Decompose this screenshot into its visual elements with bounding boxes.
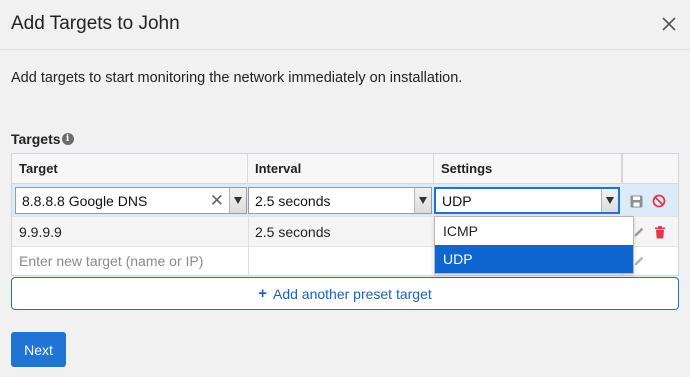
chevron-down-icon bbox=[234, 197, 242, 204]
chevron-down-icon bbox=[606, 197, 614, 204]
close-icon bbox=[662, 17, 676, 31]
column-header-interval[interactable]: Interval bbox=[248, 154, 434, 184]
column-header-settings[interactable]: Settings bbox=[434, 154, 622, 184]
interval-select[interactable]: 2.5 seconds bbox=[248, 187, 432, 214]
interval-select-value: 2.5 seconds bbox=[255, 192, 331, 209]
settings-dropdown-menu: ICMP UDP bbox=[434, 216, 634, 274]
dropdown-option-icmp[interactable]: ICMP bbox=[435, 217, 633, 245]
cell-interval: 2.5 seconds bbox=[255, 223, 331, 240]
targets-label-text: Targets bbox=[11, 131, 61, 147]
clear-icon[interactable]: ✕ bbox=[210, 190, 224, 212]
cell-target: 9.9.9.9 bbox=[19, 223, 62, 240]
trash-icon[interactable] bbox=[653, 225, 667, 239]
table-row-editing: 8.8.8.8 Google DNS ✕ 2.5 seconds UDP bbox=[12, 184, 678, 217]
settings-select-value: UDP bbox=[442, 192, 472, 209]
dialog-header: Add Targets to John bbox=[0, 0, 690, 50]
interval-dropdown-button[interactable] bbox=[414, 188, 431, 213]
close-button[interactable] bbox=[656, 11, 682, 37]
dialog-title: Add Targets to John bbox=[11, 13, 180, 34]
info-icon[interactable]: i bbox=[61, 133, 74, 145]
add-preset-label: Add another preset target bbox=[272, 285, 432, 302]
add-preset-target-button[interactable]: + Add another preset target bbox=[11, 277, 679, 310]
plus-icon: + bbox=[258, 285, 267, 302]
table-header: Target Interval Settings bbox=[12, 154, 678, 184]
targets-label: Targets i bbox=[11, 131, 74, 147]
edit-icon[interactable] bbox=[632, 225, 646, 239]
column-header-target[interactable]: Target bbox=[12, 154, 248, 184]
cancel-icon[interactable] bbox=[652, 194, 666, 208]
new-target-input[interactable]: Enter new target (name or IP) bbox=[12, 247, 248, 275]
next-button[interactable]: Next bbox=[11, 332, 66, 367]
target-combobox-value: 8.8.8.8 Google DNS bbox=[22, 192, 148, 209]
edit-icon[interactable] bbox=[632, 254, 646, 268]
save-icon[interactable] bbox=[629, 194, 643, 208]
target-dropdown-button[interactable] bbox=[229, 188, 246, 213]
intro-text: Add targets to start monitoring the netw… bbox=[11, 70, 463, 86]
settings-select[interactable]: UDP bbox=[434, 187, 620, 214]
settings-dropdown-button[interactable] bbox=[601, 189, 618, 212]
chevron-down-icon bbox=[419, 197, 427, 204]
target-combobox[interactable]: 8.8.8.8 Google DNS ✕ bbox=[15, 187, 247, 214]
dropdown-option-udp[interactable]: UDP bbox=[435, 245, 633, 273]
